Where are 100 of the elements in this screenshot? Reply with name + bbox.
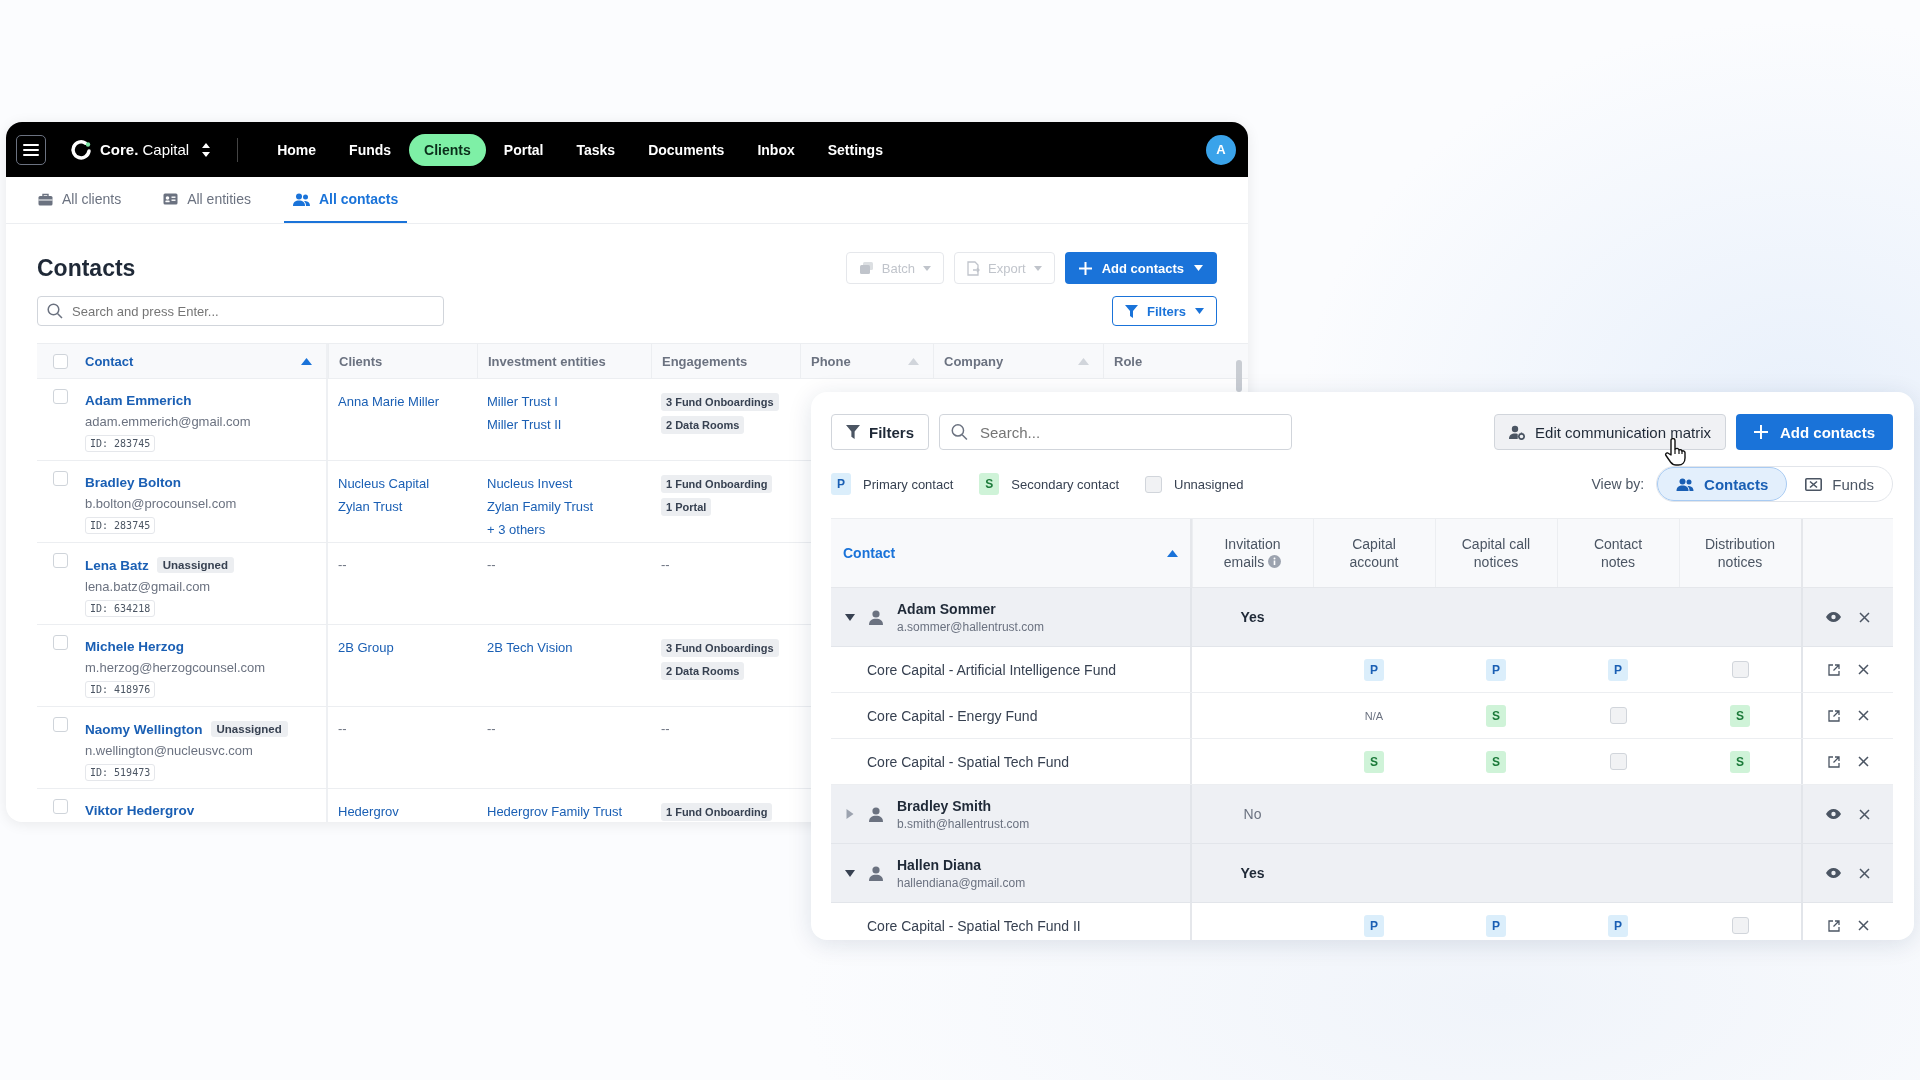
column-header[interactable]: Phone [811,353,851,369]
contact-name-link[interactable]: Michele Herzog [85,639,185,654]
eye-icon[interactable] [1826,868,1841,878]
client-link[interactable]: Zylan Trust [338,498,403,515]
nav-item[interactable]: Inbox [742,133,810,166]
client-link[interactable]: 2B Group [338,639,394,656]
eye-icon[interactable] [1826,809,1841,819]
role-tag[interactable]: P [1608,658,1628,681]
entity-link[interactable]: Zylan Family Trust [487,498,594,515]
external-link-icon[interactable] [1827,755,1840,768]
unassigned-checkbox[interactable] [1609,707,1627,724]
close-icon[interactable] [1857,756,1869,767]
search-field[interactable]: Search and press Enter... [37,296,444,326]
filters-button[interactable]: Filters [1112,296,1217,326]
nav-item[interactable]: Tasks [561,133,631,166]
entity-link[interactable]: Miller Trust II [487,416,562,433]
sort-up-icon[interactable] [1167,549,1178,557]
view-toggle[interactable]: Contacts [1657,467,1788,501]
menu-button[interactable] [16,134,46,165]
client-link[interactable]: Anna Marie Miller [338,393,440,410]
nav-item[interactable]: Documents [633,133,740,166]
view-toggle[interactable]: Funds [1787,467,1892,501]
column-header[interactable]: Contact notes [1579,535,1657,571]
collapse-caret-icon[interactable] [845,869,855,877]
search-field[interactable]: Search... [939,414,1292,450]
close-icon[interactable] [1859,611,1870,623]
entity-link[interactable]: + 3 others [487,521,546,538]
contact-name-link[interactable]: Bradley Bolton [85,475,181,490]
close-icon[interactable] [1857,710,1869,721]
column-header[interactable]: Capital call notices [1457,535,1535,571]
column-header[interactable]: Capital account [1335,535,1413,571]
role-tag[interactable]: S [1730,704,1750,727]
role-tag[interactable]: P [1486,658,1506,681]
external-link-icon[interactable] [1827,709,1840,722]
client-link[interactable]: Nucleus Capital [338,475,430,492]
contact-name-link[interactable]: Lena Batz [85,557,149,573]
nav-item[interactable]: Funds [334,133,407,166]
entity-link[interactable]: Hedergrov Family Trust [487,803,623,820]
collapse-caret-icon[interactable] [845,613,855,621]
add-contacts-button[interactable]: Add contacts [1736,414,1893,450]
column-header[interactable]: Distribution notices [1701,535,1779,571]
row-checkbox[interactable] [53,799,68,814]
unassigned-checkbox[interactable] [1731,917,1749,934]
sort-up-icon[interactable] [301,357,312,365]
id-card-icon [163,193,179,205]
role-tag[interactable]: S [1730,750,1750,773]
column-header[interactable]: Invitation emails [1214,535,1291,571]
unassigned-checkbox[interactable] [1731,661,1749,678]
client-link[interactable]: Hedergrov [338,803,399,820]
role-tag[interactable]: P [1364,914,1384,937]
external-link-icon[interactable] [1827,919,1840,932]
empty-value: -- [661,557,670,572]
nav-item[interactable]: Clients [409,133,486,166]
column-header[interactable]: Investment entities [488,353,606,369]
tab[interactable]: All contacts [283,177,408,223]
entity-link[interactable]: Miller Trust I [487,393,558,410]
column-header[interactable]: Clients [339,353,383,369]
select-all-checkbox[interactable] [53,353,68,369]
tab[interactable]: All clients [29,177,131,223]
contact-name-link[interactable]: Naomy Wellington [85,721,203,737]
contact-name-link[interactable]: Viktor Hedergrov [85,803,195,818]
column-header[interactable]: Engagements [662,353,748,369]
role-tag[interactable]: P [1608,914,1628,937]
nav-item[interactable]: Home [262,133,332,166]
close-icon[interactable] [1859,808,1870,820]
column-header[interactable]: Company [944,353,1004,369]
tab[interactable]: All entities [154,177,260,223]
contact-id: ID: 418976 [85,681,156,698]
row-checkbox[interactable] [53,471,68,486]
add-contacts-button[interactable]: Add contacts [1064,252,1217,284]
role-tag[interactable]: S [1364,750,1384,773]
scrollbar[interactable] [1236,360,1242,392]
column-header[interactable]: Contact [843,544,896,562]
column-header[interactable]: Contact [85,353,134,369]
external-link-icon[interactable] [1827,663,1840,676]
eye-icon[interactable] [1826,612,1841,622]
close-icon[interactable] [1859,867,1870,879]
engagement-tag: 1 Portal [661,498,712,516]
role-tag[interactable]: P [1486,914,1506,937]
role-tag[interactable]: P [1364,658,1384,681]
unassigned-checkbox[interactable] [1609,753,1627,770]
nav-item[interactable]: Portal [488,133,559,166]
switch-arrows-icon[interactable] [201,141,212,158]
contact-name-link[interactable]: Adam Emmerich [85,393,192,408]
entity-link[interactable]: Nucleus Invest [487,475,573,492]
nav-item[interactable]: Settings [812,133,898,166]
row-checkbox[interactable] [53,553,68,568]
edit-matrix-button[interactable]: Edit communication matrix [1494,414,1726,450]
people-icon [1676,477,1695,491]
role-tag[interactable]: S [1486,750,1506,773]
row-checkbox[interactable] [53,389,68,404]
close-icon[interactable] [1857,920,1869,931]
entity-link[interactable]: 2B Tech Vision [487,639,573,656]
row-checkbox[interactable] [53,717,68,732]
column-header[interactable]: Role [1114,353,1143,369]
close-icon[interactable] [1857,664,1869,675]
unassigned-tag: Unassigned [210,721,288,737]
role-tag[interactable]: S [1486,704,1506,727]
row-checkbox[interactable] [53,635,68,650]
filters-button[interactable]: Filters [831,414,929,450]
